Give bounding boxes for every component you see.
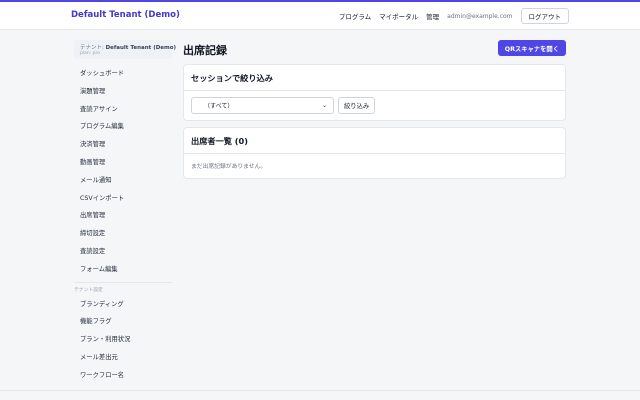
sidebar-item-csv-import[interactable]: CSVインポート	[74, 190, 172, 208]
filter-button[interactable]: 絞り込み	[338, 97, 376, 114]
page-title: 出席記録	[183, 44, 227, 57]
sidebar-item-review-settings[interactable]: 査読設定	[74, 243, 172, 261]
title-row: 出席記録 QRスキャナを開く	[183, 40, 566, 58]
sidebar-item-attendance[interactable]: 出席管理	[74, 207, 172, 225]
open-qr-scanner-button[interactable]: QRスキャナを開く	[497, 40, 566, 56]
sidebar: テナント: Default Tenant (Demo) plan: pro ダッ…	[74, 40, 176, 385]
session-select[interactable]: （すべて） ⌄	[191, 97, 334, 114]
tenant-info-card: テナント: Default Tenant (Demo) plan: pro	[74, 40, 176, 59]
sidebar-item-workflow-name[interactable]: ワークフロー名	[74, 367, 172, 385]
sidebar-item-abstracts[interactable]: 演題管理	[74, 83, 172, 101]
session-select-value: （すべて）	[204, 103, 234, 110]
tenant-name: Default Tenant (Demo)	[105, 45, 177, 51]
logout-button[interactable]: ログアウト	[520, 8, 569, 24]
nav-my-portal-link[interactable]: マイポータル	[379, 11, 418, 21]
chevron-down-icon: ⌄	[321, 102, 327, 109]
sidebar-item-mail-sender[interactable]: メール差出元	[74, 349, 172, 367]
attendee-list-card: 出席者一覧 (0) まだ出席記録がありません。	[183, 127, 566, 179]
sidebar-item-payments[interactable]: 決済管理	[74, 136, 172, 154]
session-filter-title: セッションで絞り込み	[184, 65, 565, 91]
sidebar-item-program-edit[interactable]: プログラム編集	[74, 118, 172, 136]
session-filter-body: （すべて） ⌄ 絞り込み	[184, 91, 565, 120]
sidebar-item-form-editor[interactable]: フォーム編集	[74, 261, 172, 279]
sidebar-item-videos[interactable]: 動画管理	[74, 154, 172, 172]
nav-programs-link[interactable]: プログラム	[339, 11, 371, 21]
sidebar-item-deadlines[interactable]: 締切設定	[74, 225, 172, 243]
header-nav: プログラム マイポータル 管理 admin@example.com ログアウト	[339, 8, 569, 24]
attendee-list-title: 出席者一覧 (0)	[184, 128, 565, 154]
sidebar-settings-heading: テナント設定	[74, 287, 103, 293]
footer	[0, 390, 640, 400]
user-email: admin@example.com	[447, 12, 513, 20]
sidebar-item-email[interactable]: メール通知	[74, 172, 172, 190]
sidebar-item-feature-flags[interactable]: 機能フラグ	[74, 313, 172, 331]
tenant-plan: plan: pro	[80, 51, 101, 56]
sidebar-item-branding[interactable]: ブランディング	[74, 296, 172, 314]
tenant-line: テナント: Default Tenant (Demo)	[80, 43, 176, 51]
empty-state-message: まだ出席記録がありません。	[191, 164, 267, 170]
nav-admin-link[interactable]: 管理	[426, 11, 439, 21]
session-filter-card: セッションで絞り込み （すべて） ⌄ 絞り込み	[183, 64, 566, 121]
sidebar-item-review-assign[interactable]: 査読アサイン	[74, 101, 172, 119]
top-navigation-bar: Default Tenant (Demo) プログラム マイポータル 管理 ad…	[0, 0, 640, 30]
sidebar-divider	[74, 281, 172, 283]
brand-title[interactable]: Default Tenant (Demo)	[71, 10, 180, 20]
sidebar-item-dashboard[interactable]: ダッシュボード	[74, 65, 172, 83]
main-content: 出席記録 QRスキャナを開く セッションで絞り込み （すべて） ⌄ 絞り込み 出…	[183, 40, 566, 179]
sidebar-item-plan-usage[interactable]: プラン・利用状況	[74, 331, 172, 349]
